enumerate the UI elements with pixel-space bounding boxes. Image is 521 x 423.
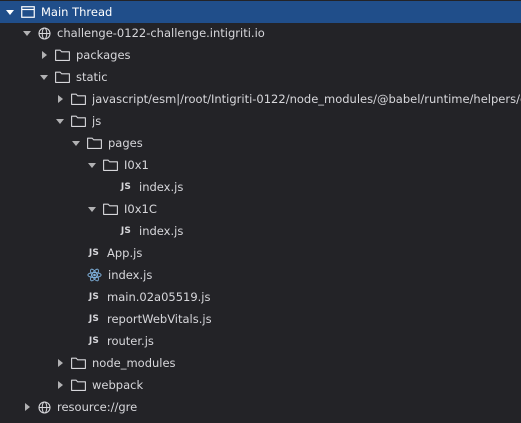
- chevron-right-icon[interactable]: [54, 357, 66, 369]
- tree-item-label: index.js: [108, 268, 153, 282]
- tree-item-i0x1c-index[interactable]: JS index.js: [0, 220, 521, 242]
- tree-item-label: packages: [76, 48, 131, 62]
- folder-icon: [71, 379, 86, 391]
- tree-item-pages[interactable]: pages: [0, 132, 521, 154]
- tree-item-label: resource://gre: [57, 400, 138, 414]
- react-icon: [87, 268, 102, 282]
- chevron-right-icon[interactable]: [54, 379, 66, 391]
- tree-item-webpack[interactable]: webpack: [0, 374, 521, 396]
- tree-item-label: I0x1C: [124, 202, 157, 216]
- tree-item-packages[interactable]: packages: [0, 44, 521, 66]
- chevron-down-icon[interactable]: [86, 159, 98, 171]
- tree-item-babel-helpers[interactable]: javascript/esm|/root/Intigriti-0122/node…: [0, 88, 521, 110]
- tree-item-main-thread[interactable]: Main Thread: [0, 1, 521, 23]
- tree-item-resource-gre[interactable]: resource://gre: [0, 396, 521, 418]
- chevron-down-icon[interactable]: [38, 71, 50, 83]
- tree-item-router-js[interactable]: JS router.js: [0, 330, 521, 352]
- tree-item-label: I0x1: [124, 158, 149, 172]
- tree-item-main-bundle[interactable]: JS main.02a05519.js: [0, 286, 521, 308]
- globe-icon: [38, 26, 51, 40]
- tree-item-node-modules[interactable]: node_modules: [0, 352, 521, 374]
- chevron-right-icon[interactable]: [21, 401, 33, 413]
- chevron-down-icon[interactable]: [54, 115, 66, 127]
- chevron-right-icon[interactable]: [54, 93, 66, 105]
- folder-icon: [103, 203, 118, 215]
- chevron-down-icon[interactable]: [21, 27, 33, 39]
- tree-item-label: javascript/esm|/root/Intigriti-0122/node…: [92, 92, 521, 106]
- folder-icon: [71, 115, 86, 127]
- tree-item-label: challenge-0122-challenge.intigriti.io: [57, 26, 265, 40]
- chevron-down-icon[interactable]: [4, 6, 16, 18]
- tree-item-label: pages: [108, 136, 143, 150]
- tree-item-label: index.js: [139, 224, 184, 238]
- tree-item-report-web-vitals[interactable]: JS reportWebVitals.js: [0, 308, 521, 330]
- folder-icon: [55, 49, 70, 61]
- tree-item-label: Main Thread: [41, 5, 113, 19]
- tree-item-label: webpack: [92, 378, 144, 392]
- sources-tree: Main Thread challenge-0122-challenge.int…: [0, 0, 521, 423]
- tree-item-i0x1[interactable]: I0x1: [0, 154, 521, 176]
- tree-item-label: router.js: [107, 334, 154, 348]
- chevron-down-icon[interactable]: [86, 203, 98, 215]
- folder-icon: [71, 357, 86, 369]
- tree-item-label: main.02a05519.js: [107, 290, 211, 304]
- tree-item-label: App.js: [107, 246, 143, 260]
- chevron-right-icon[interactable]: [38, 49, 50, 61]
- tree-item-i0x1c[interactable]: I0x1C: [0, 198, 521, 220]
- tree-item-static[interactable]: static: [0, 66, 521, 88]
- js-file-icon: JS: [120, 226, 132, 236]
- js-file-icon: JS: [88, 336, 100, 346]
- tree-item-domain[interactable]: challenge-0122-challenge.intigriti.io: [0, 22, 521, 44]
- tree-item-label: node_modules: [92, 356, 176, 370]
- window-icon: [21, 6, 35, 18]
- js-file-icon: JS: [88, 292, 100, 302]
- chevron-down-icon[interactable]: [70, 137, 82, 149]
- tree-item-js[interactable]: js: [0, 110, 521, 132]
- js-file-icon: JS: [88, 248, 100, 258]
- js-file-icon: JS: [88, 314, 100, 324]
- folder-icon: [71, 93, 86, 105]
- tree-item-i0x1-index[interactable]: JS index.js: [0, 176, 521, 198]
- folder-icon: [103, 159, 118, 171]
- js-file-icon: JS: [120, 182, 132, 192]
- tree-item-label: js: [92, 114, 102, 128]
- tree-item-app-js[interactable]: JS App.js: [0, 242, 521, 264]
- tree-item-index-js[interactable]: index.js: [0, 264, 521, 286]
- tree-item-label: index.js: [139, 180, 184, 194]
- folder-icon: [55, 71, 70, 83]
- globe-icon: [38, 400, 51, 414]
- folder-icon: [87, 137, 102, 149]
- tree-item-label: reportWebVitals.js: [107, 312, 212, 326]
- tree-item-label: static: [76, 70, 108, 84]
